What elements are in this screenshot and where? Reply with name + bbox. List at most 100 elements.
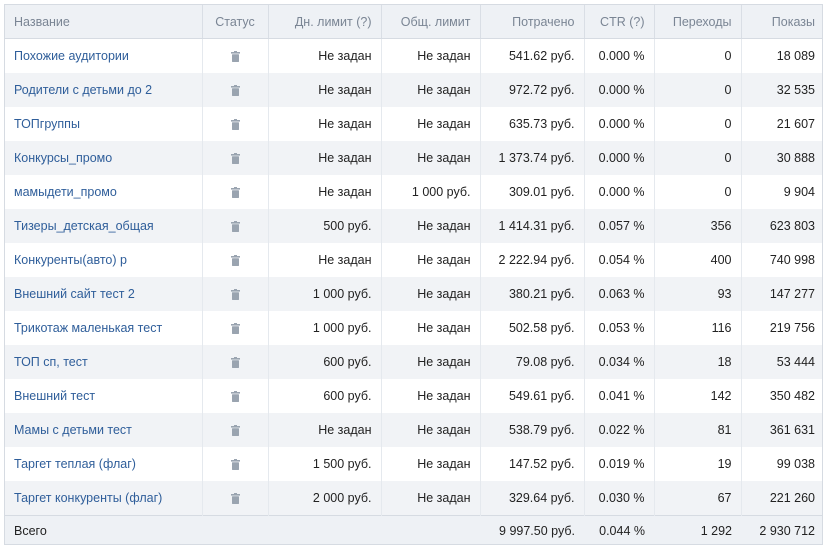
total-limit-cell[interactable]: Не задан <box>381 243 481 277</box>
campaign-name-link[interactable]: ТОП сп, тест <box>5 345 203 379</box>
clicks-cell: 0 <box>654 73 742 107</box>
campaign-name-link[interactable]: Мамы с детьми тест <box>5 413 203 447</box>
impressions-cell: 53 444 <box>741 345 822 379</box>
table-row: Внешний тест 600 руб. Не задан 549.61 руб. 0… <box>5 379 822 413</box>
daily-limit-cell[interactable]: Не задан <box>268 73 382 107</box>
daily-limit-cell[interactable]: Не задан <box>268 413 382 447</box>
column-header-spent[interactable]: Потрачено <box>480 5 585 39</box>
ctr-cell: 0.019 % <box>584 447 655 481</box>
totals-empty-cell <box>268 515 381 544</box>
campaign-name-link[interactable]: Внешний сайт тест 2 <box>5 277 203 311</box>
totals-empty-cell <box>381 515 480 544</box>
daily-limit-cell[interactable]: 1 000 руб. <box>268 311 382 345</box>
impressions-cell: 147 277 <box>741 277 822 311</box>
total-limit-cell[interactable]: Не задан <box>381 345 481 379</box>
trash-icon[interactable] <box>230 459 240 471</box>
daily-limit-cell[interactable]: Не задан <box>268 107 382 141</box>
trash-icon[interactable] <box>230 357 240 369</box>
daily-limit-cell[interactable]: Не задан <box>268 243 382 277</box>
status-cell <box>202 175 269 209</box>
campaign-name-link[interactable]: Похожие аудитории <box>5 38 203 73</box>
column-header-ctr[interactable]: CTR (?) <box>584 5 655 39</box>
column-header-clicks[interactable]: Переходы <box>654 5 742 39</box>
trash-icon[interactable] <box>230 425 240 437</box>
ctr-cell: 0.057 % <box>584 209 655 243</box>
campaign-name-link[interactable]: Внешний тест <box>5 379 203 413</box>
ctr-cell: 0.000 % <box>584 141 655 175</box>
daily-limit-cell[interactable]: 600 руб. <box>268 345 382 379</box>
total-limit-cell[interactable]: Не задан <box>381 379 481 413</box>
daily-limit-cell[interactable]: Не задан <box>268 175 382 209</box>
trash-icon[interactable] <box>230 289 240 301</box>
status-cell <box>202 481 269 516</box>
status-cell <box>202 379 269 413</box>
trash-icon[interactable] <box>230 255 240 267</box>
campaign-name-link[interactable]: Конкуренты(авто) р <box>5 243 203 277</box>
column-header-total-limit[interactable]: Общ. лимит <box>381 5 481 39</box>
campaign-name-link[interactable]: ТОПгруппы <box>5 107 203 141</box>
campaign-name-link[interactable]: мамыдети_промо <box>5 175 203 209</box>
trash-icon[interactable] <box>230 85 240 97</box>
trash-icon[interactable] <box>230 391 240 403</box>
total-limit-cell[interactable]: Не задан <box>381 277 481 311</box>
ctr-cell: 0.030 % <box>584 481 655 516</box>
campaign-name-link[interactable]: Таргет теплая (флаг) <box>5 447 203 481</box>
campaign-name-link[interactable]: Таргет конкуренты (флаг) <box>5 481 203 516</box>
spent-cell: 329.64 руб. <box>480 481 585 516</box>
total-limit-cell[interactable]: Не задан <box>381 311 481 345</box>
clicks-cell: 116 <box>654 311 742 345</box>
campaign-name-link[interactable]: Тизеры_детская_общая <box>5 209 203 243</box>
total-limit-cell[interactable]: Не задан <box>381 209 481 243</box>
trash-icon[interactable] <box>230 119 240 131</box>
trash-icon[interactable] <box>230 187 240 199</box>
daily-limit-cell[interactable]: Не задан <box>268 38 382 73</box>
impressions-cell: 221 260 <box>741 481 822 516</box>
daily-limit-cell[interactable]: 1 000 руб. <box>268 277 382 311</box>
column-header-daily-limit[interactable]: Дн. лимит (?) <box>268 5 382 39</box>
campaign-name-link[interactable]: Родители с детьми до 2 <box>5 73 203 107</box>
table-row: мамыдети_промо Не задан 1 000 руб. 309.01 р… <box>5 175 822 209</box>
clicks-cell: 0 <box>654 141 742 175</box>
trash-icon[interactable] <box>230 221 240 233</box>
daily-limit-cell[interactable]: 1 500 руб. <box>268 447 382 481</box>
campaign-name-link[interactable]: Конкурсы_промо <box>5 141 203 175</box>
status-cell <box>202 209 269 243</box>
column-header-name[interactable]: Название <box>5 5 203 39</box>
totals-label: Всего <box>5 515 202 544</box>
status-cell <box>202 141 269 175</box>
total-limit-cell[interactable]: Не задан <box>381 107 481 141</box>
trash-icon[interactable] <box>230 493 240 505</box>
clicks-cell: 19 <box>654 447 742 481</box>
daily-limit-cell[interactable]: 600 руб. <box>268 379 382 413</box>
clicks-cell: 0 <box>654 38 742 73</box>
impressions-cell: 219 756 <box>741 311 822 345</box>
total-limit-cell[interactable]: Не задан <box>381 481 481 516</box>
ctr-cell: 0.054 % <box>584 243 655 277</box>
total-limit-cell[interactable]: Не задан <box>381 413 481 447</box>
trash-icon[interactable] <box>230 51 240 63</box>
daily-limit-cell[interactable]: 500 руб. <box>268 209 382 243</box>
status-cell <box>202 243 269 277</box>
spent-cell: 635.73 руб. <box>480 107 585 141</box>
clicks-cell: 400 <box>654 243 742 277</box>
table-row: ТОП сп, тест 600 руб. Не задан 79.08 руб. 0.… <box>5 345 822 379</box>
trash-icon[interactable] <box>230 323 240 335</box>
table-row: Внешний сайт тест 2 1 000 руб. Не задан 380… <box>5 277 822 311</box>
column-header-impressions[interactable]: Показы <box>741 5 822 39</box>
total-limit-cell[interactable]: Не задан <box>381 38 481 73</box>
daily-limit-cell[interactable]: 2 000 руб. <box>268 481 382 516</box>
status-cell <box>202 277 269 311</box>
daily-limit-cell[interactable]: Не задан <box>268 141 382 175</box>
total-limit-cell[interactable]: Не задан <box>381 73 481 107</box>
ctr-cell: 0.034 % <box>584 345 655 379</box>
campaign-name-link[interactable]: Трикотаж маленькая тест <box>5 311 203 345</box>
table-row: Трикотаж маленькая тест 1 000 руб. Не зада… <box>5 311 822 345</box>
column-header-status[interactable]: Статус <box>202 5 269 39</box>
total-limit-cell[interactable]: 1 000 руб. <box>381 175 481 209</box>
trash-icon[interactable] <box>230 153 240 165</box>
totals-clicks: 1 292 <box>654 515 741 544</box>
total-limit-cell[interactable]: Не задан <box>381 141 481 175</box>
table-row: Мамы с детьми тест Не задан Не задан 538.79… <box>5 413 822 447</box>
total-limit-cell[interactable]: Не задан <box>381 447 481 481</box>
status-cell <box>202 38 269 73</box>
